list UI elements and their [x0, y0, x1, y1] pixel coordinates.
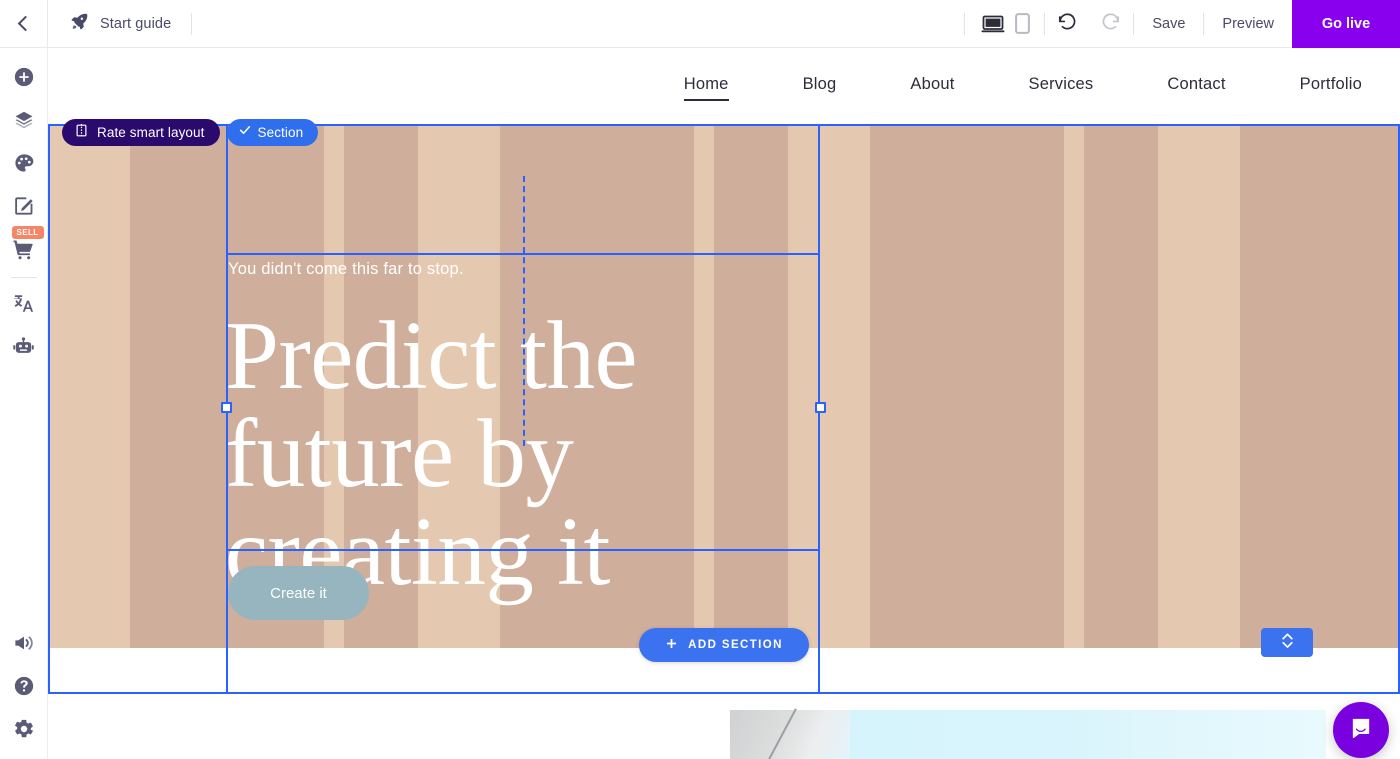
- sidebar-item-help[interactable]: [0, 667, 48, 710]
- rate-smart-layout-button[interactable]: Rate smart layout: [62, 119, 220, 146]
- desktop-monitor-icon[interactable]: [981, 14, 1005, 34]
- preview-button[interactable]: Preview: [1204, 0, 1292, 48]
- sidebar-item-announcements[interactable]: [0, 624, 48, 667]
- sidebar-divider: [10, 277, 37, 278]
- sidebar-item-add[interactable]: [0, 58, 48, 101]
- site-canvas[interactable]: Home Blog About Services Contact Portfol…: [48, 48, 1400, 759]
- check-icon: [238, 123, 252, 142]
- rate-smart-layout-label: Rate smart layout: [97, 125, 205, 140]
- top-toolbar: Start guide Save Preview Go live: [0, 0, 1400, 48]
- next-section-preview[interactable]: [730, 710, 1326, 759]
- sidebar-item-settings[interactable]: [0, 710, 48, 753]
- start-guide-label: Start guide: [100, 15, 172, 32]
- undo-button[interactable]: [1045, 0, 1089, 48]
- smart-layout-icon: [74, 123, 89, 143]
- layers-icon: [13, 109, 35, 136]
- nav-link-home[interactable]: Home: [683, 75, 729, 101]
- chevron-up-down-icon: [1280, 631, 1295, 655]
- back-button[interactable]: [0, 0, 48, 47]
- mobile-phone-icon[interactable]: [1015, 13, 1031, 34]
- site-navigation: Home Blog About Services Contact Portfol…: [48, 48, 1400, 124]
- robot-icon: [12, 335, 35, 363]
- plus-icon: [665, 637, 678, 653]
- sidebar-item-assistant[interactable]: [0, 327, 48, 370]
- sidebar-item-edit[interactable]: [0, 187, 48, 230]
- question-circle-icon: [13, 675, 35, 702]
- plus-circle-icon: [13, 66, 35, 93]
- device-toggle-group: [965, 13, 1044, 34]
- sidebar-item-layers[interactable]: [0, 101, 48, 144]
- go-live-button[interactable]: Go live: [1292, 0, 1400, 48]
- redo-arrow-icon: [1100, 12, 1122, 35]
- palette-icon: [13, 152, 35, 179]
- nav-link-portfolio[interactable]: Portfolio: [1300, 75, 1362, 98]
- resize-handle-right[interactable]: [815, 402, 826, 413]
- add-section-label: ADD SECTION: [688, 639, 783, 651]
- hero-headline[interactable]: Predict the future by creating it: [225, 307, 825, 601]
- shopping-cart-icon: [12, 238, 35, 266]
- nav-link-blog[interactable]: Blog: [803, 75, 837, 98]
- edit-square-icon: [13, 195, 35, 222]
- save-button[interactable]: Save: [1134, 0, 1203, 48]
- chat-support-button[interactable]: [1333, 702, 1389, 758]
- rocket-icon: [70, 12, 89, 36]
- undo-arrow-icon: [1056, 12, 1078, 35]
- left-sidebar: SELL: [0, 48, 48, 759]
- sidebar-item-translate[interactable]: [0, 284, 48, 327]
- hero-section[interactable]: You didn't come this far to stop. Predic…: [48, 124, 1400, 648]
- selection-badges: Rate smart layout Section: [62, 119, 319, 146]
- section-badge[interactable]: Section: [226, 119, 319, 146]
- sidebar-item-store[interactable]: SELL: [0, 226, 48, 273]
- redo-button[interactable]: [1089, 0, 1133, 48]
- sidebar-bottom-group: [0, 624, 48, 759]
- toolbar-divider-1: [191, 12, 193, 35]
- nav-link-services[interactable]: Services: [1029, 75, 1094, 98]
- toolbar-right-group: Save Preview Go live: [964, 0, 1400, 48]
- chat-bubble-icon: [1348, 715, 1374, 746]
- sidebar-item-design[interactable]: [0, 144, 48, 187]
- gear-icon: [13, 718, 35, 745]
- nav-link-about[interactable]: About: [910, 75, 954, 98]
- hero-tagline: You didn't come this far to stop.: [228, 260, 464, 278]
- nav-link-contact[interactable]: Contact: [1167, 75, 1225, 98]
- sell-badge: SELL: [11, 226, 44, 239]
- add-section-button[interactable]: ADD SECTION: [639, 628, 809, 662]
- translate-icon: [12, 292, 35, 320]
- megaphone-icon: [13, 632, 35, 659]
- building-photo: [730, 710, 850, 759]
- resize-handle-left[interactable]: [221, 402, 232, 413]
- chevron-left-icon: [17, 15, 34, 32]
- section-badge-label: Section: [257, 125, 304, 140]
- hero-cta-button[interactable]: Create it: [228, 566, 369, 620]
- vertical-guide-line: [523, 176, 525, 446]
- move-section-button[interactable]: [1261, 628, 1313, 657]
- start-guide-button[interactable]: Start guide: [48, 0, 191, 47]
